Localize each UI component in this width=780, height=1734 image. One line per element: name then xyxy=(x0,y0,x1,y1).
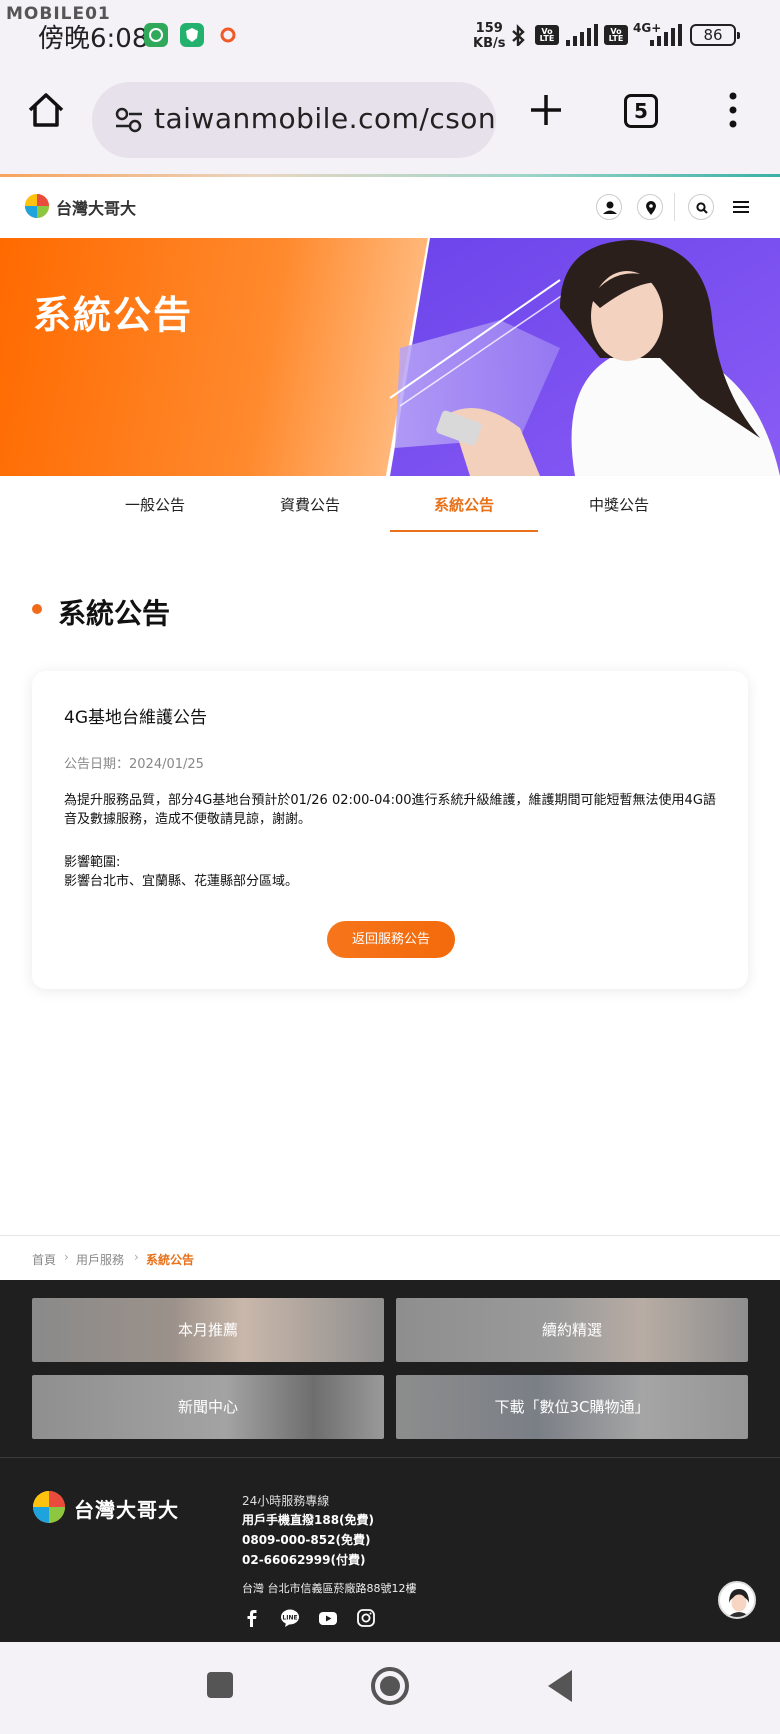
hero-title: 系統公告 xyxy=(33,293,194,337)
new-tab-icon[interactable] xyxy=(528,92,564,128)
site-logo-icon[interactable] xyxy=(24,193,50,219)
announcement-title: 4G基地台維護公告 xyxy=(64,708,207,728)
hotline-title: 24小時服務專線 xyxy=(242,1494,330,1508)
promo-label: 下載「數位3C購物通」 xyxy=(494,1398,650,1416)
back-nav-icon[interactable] xyxy=(546,1668,576,1704)
hotline-paid[interactable]: 02-66062999(付費) xyxy=(242,1551,365,1568)
signal-strength-icon-2 xyxy=(650,24,682,46)
site-header: 台灣大哥大 xyxy=(0,177,780,238)
facebook-icon[interactable] xyxy=(242,1608,262,1628)
promo-download-app[interactable]: 下載「數位3C購物通」 xyxy=(396,1375,748,1439)
shield-app-icon xyxy=(180,23,204,47)
promo-renewal-picks[interactable]: 續約精選 xyxy=(396,1298,748,1362)
url-text[interactable]: taiwanmobile.com/cson xyxy=(154,102,496,135)
hero-banner: 系統公告 xyxy=(0,238,780,476)
search-button[interactable] xyxy=(688,194,714,220)
ring-app-icon xyxy=(216,23,240,47)
promo-label: 續約精選 xyxy=(541,1321,602,1339)
site-brand[interactable]: 台灣大哥大 xyxy=(56,195,136,219)
hotline-tollfree[interactable]: 0809-000-852(免費) xyxy=(242,1531,370,1548)
chevron-right-icon: › xyxy=(64,1250,69,1264)
hamburger-menu-icon[interactable] xyxy=(733,199,749,215)
header-divider xyxy=(674,193,675,221)
impact-scope-text: 影響台北市、宜蘭縣、花蓮縣部分區域。 xyxy=(64,874,299,889)
net-speed: 159 KB/s xyxy=(473,21,506,51)
bluetooth-icon xyxy=(512,24,525,46)
impact-scope-label: 影響範圍: xyxy=(64,855,121,870)
footer-logo-icon[interactable] xyxy=(32,1490,66,1524)
tab-switcher-button[interactable]: 5 xyxy=(624,94,658,128)
section-bullet xyxy=(32,604,42,614)
breadcrumb: 首頁 › 用戶服務 › 系統公告 xyxy=(0,1235,780,1280)
location-pin-icon xyxy=(646,201,656,215)
hotline-mobile[interactable]: 用戶手機直撥188(免費) xyxy=(242,1511,374,1528)
line-icon[interactable]: LINE xyxy=(280,1608,300,1628)
footer-divider xyxy=(0,1457,780,1458)
volte-icon: Vo LTE xyxy=(535,25,559,45)
battery-indicator: 86 xyxy=(690,24,740,46)
promo-news-center[interactable]: 新聞中心 xyxy=(32,1375,384,1439)
site-footer: 本月推薦 續約精選 新聞中心 下載「數位3C購物通」 台灣大哥大 24小時服務專… xyxy=(0,1280,780,1642)
announcement-body: 為提升服務品質，部分4G基地台預計於01/26 02:00-04:00進行系統升… xyxy=(64,793,716,827)
home-nav-icon[interactable] xyxy=(370,1666,410,1706)
footer-brand[interactable]: 台灣大哥大 xyxy=(74,1494,179,1523)
site-settings-icon[interactable] xyxy=(114,106,144,134)
volte-icon-2: Vo LTE xyxy=(604,25,628,45)
breadcrumb-current: 系統公告 xyxy=(146,1253,195,1267)
instagram-icon[interactable] xyxy=(356,1608,376,1628)
member-button[interactable] xyxy=(596,194,622,220)
signal-strength-icon xyxy=(566,24,598,46)
more-menu-icon[interactable] xyxy=(725,90,741,130)
store-locator-button[interactable] xyxy=(637,194,663,220)
system-navigation-bar xyxy=(0,1642,780,1734)
address-bar[interactable]: taiwanmobile.com/cson xyxy=(92,82,496,158)
breadcrumb-user-service[interactable]: 用戶服務 xyxy=(76,1251,124,1268)
promo-monthly-pick[interactable]: 本月推薦 xyxy=(32,1298,384,1362)
announcement-tabs: 一般公告 資費公告 系統公告 中獎公告 xyxy=(0,476,780,532)
tab-prize[interactable]: 中獎公告 xyxy=(549,494,689,515)
announcement-card: 4G基地台維護公告 公告日期：2024/01/25 為提升服務品質，部分4G基地… xyxy=(32,671,748,989)
status-bar: 傍晚6:08 MOBILE01 159 KB/s Vo LTE Vo LTE 4G+… xyxy=(0,0,780,62)
watermark-logo: MOBILE01 xyxy=(6,4,111,24)
promo-label: 新聞中心 xyxy=(177,1398,238,1416)
recent-apps-icon[interactable] xyxy=(205,1670,235,1700)
section-title: 系統公告 xyxy=(58,597,171,630)
customer-service-chat-avatar[interactable] xyxy=(718,1581,756,1619)
browser-toolbar: taiwanmobile.com/cson 5 xyxy=(0,62,780,174)
hero-illustration xyxy=(389,238,780,476)
back-to-announcements-button[interactable]: 返回服務公告 xyxy=(327,921,455,958)
youtube-icon[interactable] xyxy=(318,1608,338,1628)
main-content: 系統公告 4G基地台維護公告 公告日期：2024/01/25 為提升服務品質，部… xyxy=(0,532,780,1235)
announcement-date: 公告日期：2024/01/25 xyxy=(64,757,204,772)
tab-general[interactable]: 一般公告 xyxy=(85,494,225,515)
user-icon xyxy=(603,201,617,214)
svg-text:LINE: LINE xyxy=(282,1615,297,1622)
tab-system[interactable]: 系統公告 xyxy=(394,494,534,515)
notification-app-icon xyxy=(144,23,168,47)
company-address: 台灣 台北市信義區菸廠路88號12樓 xyxy=(242,1582,417,1595)
chevron-right-icon: › xyxy=(134,1250,139,1264)
promo-label: 本月推薦 xyxy=(177,1321,238,1339)
search-icon xyxy=(696,202,708,214)
home-icon[interactable] xyxy=(26,90,66,130)
tab-billing[interactable]: 資費公告 xyxy=(240,494,380,515)
breadcrumb-home[interactable]: 首頁 xyxy=(32,1251,56,1268)
